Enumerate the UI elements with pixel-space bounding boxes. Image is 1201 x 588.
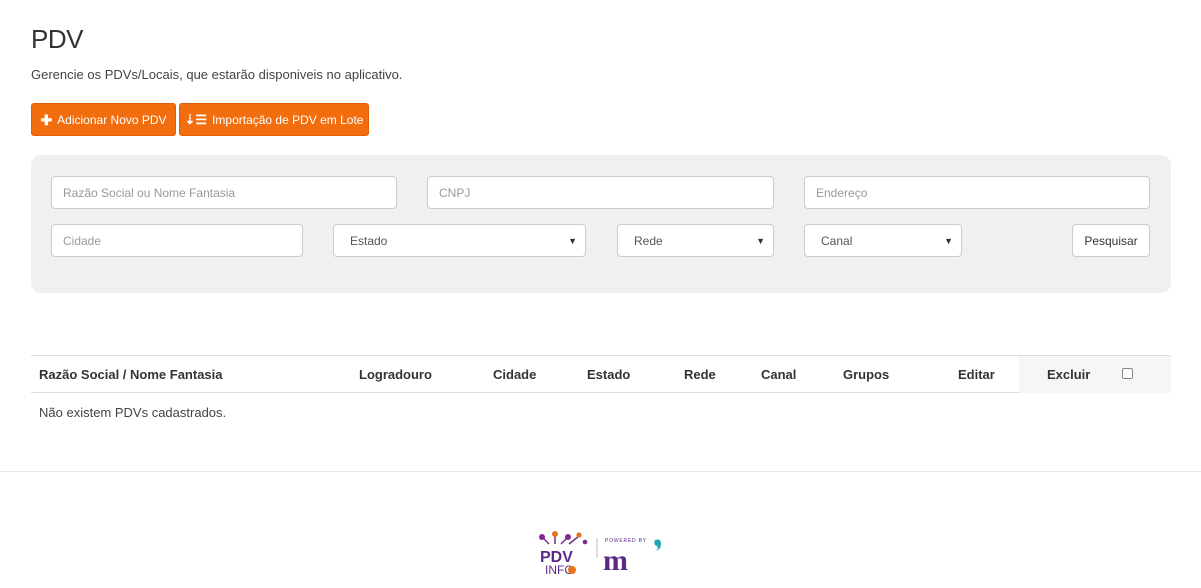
- table-header: Razão Social / Nome Fantasia Logradouro …: [31, 355, 1171, 393]
- select-all-checkbox[interactable]: [1122, 368, 1133, 379]
- import-pdv-label: Importação de PDV em Lote: [212, 112, 364, 127]
- cnpj-input[interactable]: [427, 176, 774, 209]
- estado-select-value: Estado: [350, 233, 388, 248]
- col-estado[interactable]: Estado: [587, 356, 630, 393]
- import-pdv-button[interactable]: ⇣☰ Importação de PDV em Lote: [179, 103, 369, 136]
- empty-message: Não existem PDVs cadastrados.: [39, 405, 227, 420]
- col-editar: Editar: [958, 367, 995, 382]
- pdvinfo-logo: PDV INFO POWERED BY m: [539, 531, 661, 576]
- caret-down-icon: ▼: [568, 235, 577, 246]
- plus-icon: ✚: [40, 111, 53, 128]
- rede-select[interactable]: Rede ▼: [617, 224, 774, 257]
- razao-social-input[interactable]: [51, 176, 397, 209]
- canal-select[interactable]: Canal ▼: [804, 224, 962, 257]
- col-cidade[interactable]: Cidade: [493, 356, 536, 393]
- caret-down-icon: ▼: [944, 235, 953, 246]
- rede-select-value: Rede: [634, 233, 663, 248]
- search-button[interactable]: Pesquisar: [1072, 224, 1150, 257]
- brand-mark-text: m: [603, 544, 628, 576]
- footer-divider: [0, 471, 1201, 472]
- endereco-input[interactable]: [804, 176, 1150, 209]
- sort-amount-icon: ⇣☰: [184, 112, 208, 127]
- caret-down-icon: ▼: [756, 235, 765, 246]
- page-subtitle: Gerencie os PDVs/Locais, que estarão dis…: [31, 67, 403, 82]
- brand-accent-icon: [654, 539, 661, 551]
- filter-panel: Estado ▼ Rede ▼ Canal ▼ Pesquisar: [31, 155, 1171, 293]
- col-rede[interactable]: Rede: [684, 356, 716, 393]
- col-razao-social[interactable]: Razão Social / Nome Fantasia: [39, 356, 223, 393]
- col-canal[interactable]: Canal: [761, 356, 796, 393]
- add-pdv-button[interactable]: ✚ Adicionar Novo PDV: [31, 103, 176, 136]
- canal-select-value: Canal: [821, 233, 853, 248]
- add-pdv-label: Adicionar Novo PDV: [57, 112, 167, 127]
- pdv-table: Razão Social / Nome Fantasia Logradouro …: [31, 355, 1171, 420]
- page-title: PDV: [31, 24, 83, 54]
- col-grupos: Grupos: [843, 367, 890, 382]
- col-logradouro[interactable]: Logradouro: [359, 356, 432, 393]
- pdvinfo-dots-icon: [539, 531, 588, 545]
- cidade-input[interactable]: [51, 224, 303, 257]
- estado-select[interactable]: Estado ▼: [333, 224, 586, 257]
- col-excluir: Excluir: [1047, 367, 1091, 382]
